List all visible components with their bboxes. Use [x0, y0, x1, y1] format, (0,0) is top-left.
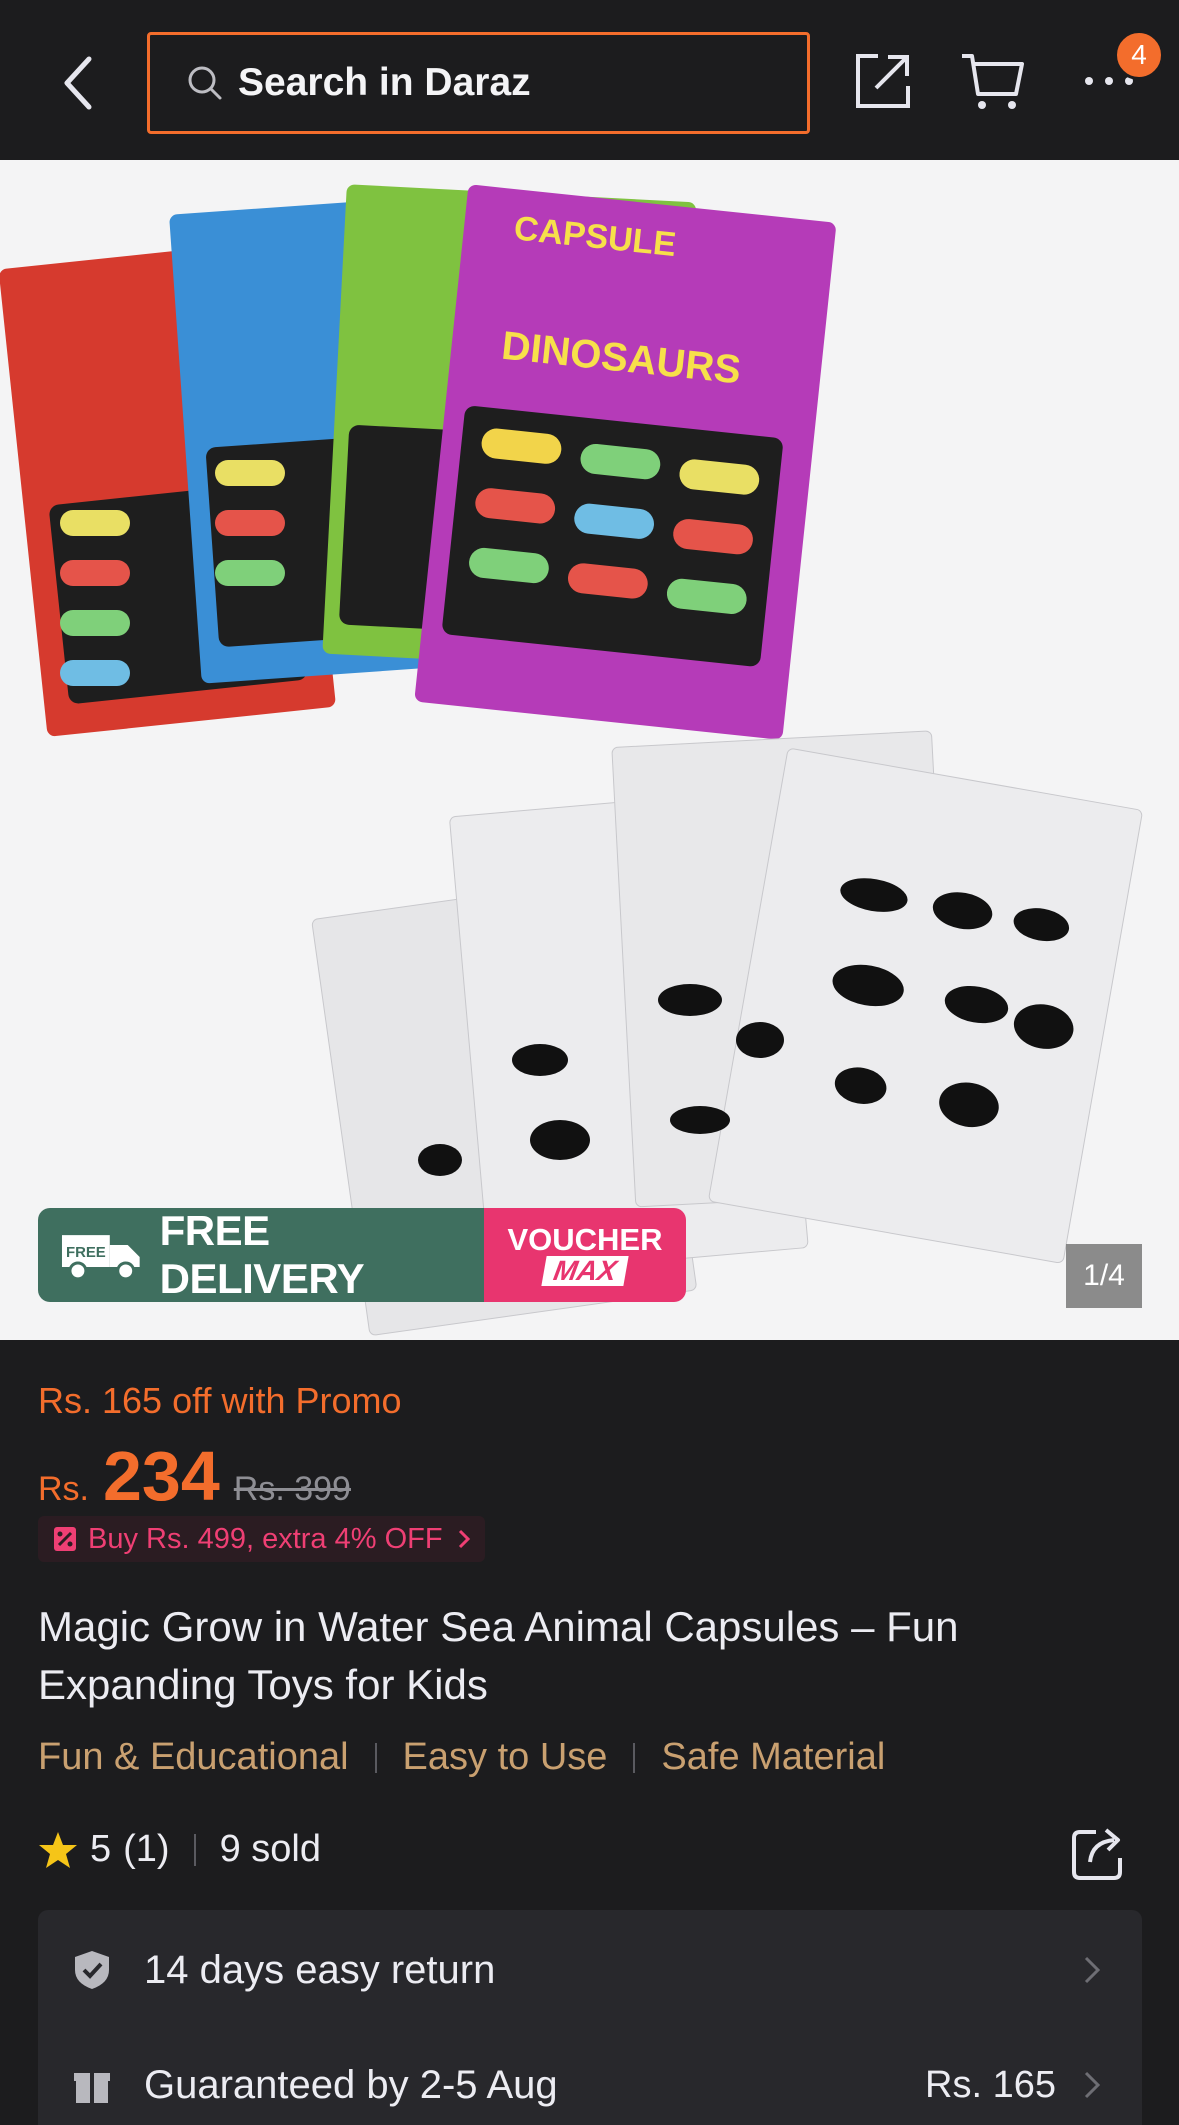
bundle-offer-text: Buy Rs. 499, extra 4% OFF — [88, 1522, 443, 1555]
star-icon — [39, 1831, 77, 1868]
service-info-card: 14 days easy return Guaranteed by 2-5 Au… — [38, 1910, 1142, 2125]
voucher-label: VOUCHER — [507, 1222, 663, 1257]
delivery-guarantee-label: Guaranteed by 2-5 Aug — [144, 2062, 558, 2107]
delivery-guarantee-row[interactable]: Guaranteed by 2-5 Aug Rs. 165 — [38, 2035, 1142, 2125]
tag-item: Safe Material — [661, 1736, 886, 1778]
price-value: 234 — [103, 1437, 220, 1515]
back-button[interactable] — [48, 50, 108, 116]
free-delivery-label: FREE DELIVERY — [159, 1208, 365, 1302]
discount-tag-icon — [54, 1527, 76, 1551]
free-delivery-banner: FREE FREE DELIVERY VOUCHER MAX — [38, 1208, 686, 1302]
rating-row[interactable]: 5 (1) 9 sold — [38, 1828, 321, 1871]
chevron-right-icon — [458, 1529, 470, 1549]
chevron-right-icon — [1084, 1956, 1101, 1984]
tag-divider — [374, 1742, 377, 1773]
price-row: Rs. 234 Rs. 399 — [38, 1436, 351, 1516]
top-bar: Search in Daraz 4 — [0, 0, 1179, 160]
image-counter: 1/4 — [1066, 1244, 1142, 1308]
product-image: CAPSULE DINOSAURS — [0, 184, 1143, 1336]
return-policy-row[interactable]: 14 days easy return — [38, 1920, 1142, 2020]
share-button[interactable] — [850, 48, 916, 114]
chevron-left-icon — [64, 56, 92, 110]
product-title: Magic Grow in Water Sea Animal Capsules … — [38, 1603, 959, 1708]
gift-box-icon — [74, 2073, 110, 2103]
price-currency: Rs. — [38, 1470, 89, 1508]
search-placeholder: Search in Daraz — [238, 61, 531, 104]
free-delivery-section: FREE FREE DELIVERY — [38, 1208, 484, 1302]
delivery-fee: Rs. 165 — [925, 2063, 1056, 2106]
search-icon — [188, 66, 222, 100]
rating-value: 5 — [90, 1828, 112, 1870]
cart-button[interactable] — [960, 48, 1026, 114]
share-external-icon — [856, 54, 910, 108]
product-tags: Fun & Educational Easy to Use Safe Mater… — [38, 1736, 885, 1779]
tag-item: Easy to Use — [402, 1736, 608, 1778]
search-input[interactable]: Search in Daraz — [147, 32, 810, 134]
voucher-max-section: VOUCHER MAX — [484, 1208, 686, 1302]
original-price: Rs. 399 — [233, 1470, 351, 1508]
cart-count-badge: 4 — [1114, 30, 1164, 80]
product-share-button[interactable] — [1068, 1824, 1128, 1884]
chevron-right-icon — [1084, 2071, 1101, 2099]
bundle-offer-chip[interactable]: Buy Rs. 499, extra 4% OFF — [38, 1516, 485, 1562]
sold-count: 9 sold — [219, 1828, 321, 1870]
rating-divider — [193, 1833, 196, 1866]
cart-icon — [962, 54, 1024, 109]
shield-check-icon — [75, 1951, 109, 1989]
delivery-truck-icon: FREE — [61, 1235, 140, 1281]
rating-count: (1) — [123, 1828, 170, 1870]
tag-divider — [633, 1742, 636, 1773]
share-icon — [1072, 1828, 1122, 1880]
free-tag: FREE — [66, 1244, 106, 1261]
return-policy-label: 14 days easy return — [144, 1947, 496, 1992]
tag-item: Fun & Educational — [38, 1736, 349, 1778]
product-image-gallery[interactable]: CAPSULE DINOSAURS 1/4 — [0, 160, 1179, 1340]
promo-text: Rs. 165 off with Promo — [38, 1380, 402, 1421]
voucher-max-label: MAX — [541, 1255, 629, 1286]
